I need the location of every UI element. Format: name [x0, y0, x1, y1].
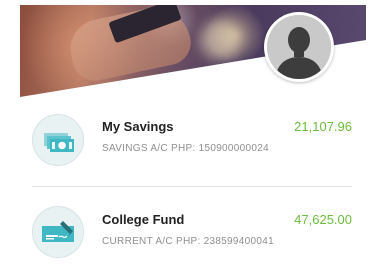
account-name: My Savings: [102, 119, 174, 134]
account-name: College Fund: [102, 212, 185, 227]
account-row-my-savings[interactable]: My Savings 21,107.96 SAVINGS A/C PHP: 15…: [20, 108, 366, 170]
person-silhouette-icon: [267, 15, 331, 79]
account-number: SAVINGS A/C PHP: 150900000024: [102, 143, 269, 154]
row-divider: [32, 186, 352, 187]
check-cheque-icon: [42, 221, 74, 242]
cash-money-icon: [44, 133, 74, 152]
accounts-screen: My Savings 21,107.96 SAVINGS A/C PHP: 15…: [20, 5, 366, 268]
account-balance: 21,107.96: [294, 119, 352, 134]
account-icon-circle: [32, 206, 84, 258]
bokeh-light: [200, 20, 240, 60]
profile-avatar[interactable]: [264, 12, 334, 82]
account-balance: 47,625.00: [294, 212, 352, 227]
account-number: CURRENT A/C PHP: 238599400041: [102, 236, 274, 247]
account-row-college-fund[interactable]: College Fund 47,625.00 CURRENT A/C PHP: …: [20, 201, 366, 263]
account-icon-circle: [32, 114, 84, 166]
avatar-frame: [267, 15, 331, 79]
